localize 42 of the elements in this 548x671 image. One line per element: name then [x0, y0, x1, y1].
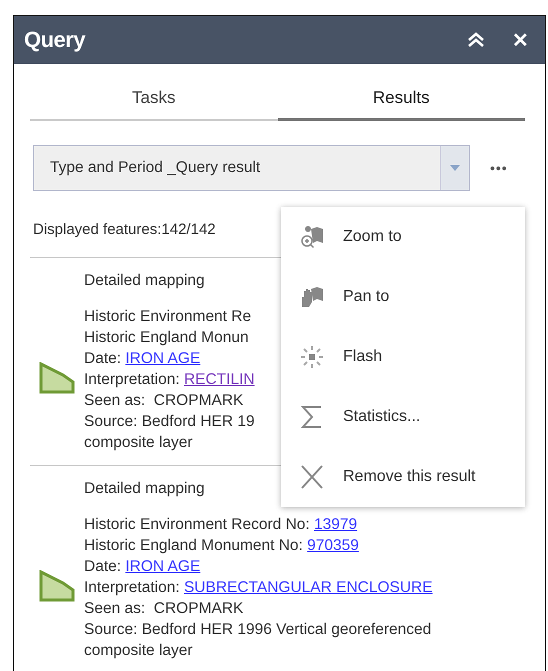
- value-link[interactable]: SUBRECTANGULAR ENCLOSURE: [184, 579, 433, 596]
- caret-icon: [450, 165, 460, 171]
- result-dropdown[interactable]: Type and Period _Query result: [33, 145, 470, 191]
- attribute-line: Source: Bedford HER 19: [84, 412, 255, 432]
- attribute-line: Interpretation: RECTILIN: [84, 370, 255, 390]
- value-link[interactable]: 970359: [307, 537, 359, 554]
- close-icon: [299, 465, 325, 489]
- polygon-icon: [39, 570, 75, 602]
- attribute-line: Seen as: CROPMARK: [84, 391, 244, 411]
- value-link[interactable]: IRON AGE: [125, 350, 200, 367]
- value-link[interactable]: IRON AGE: [125, 558, 200, 575]
- attribute-line: Date: IRON AGE: [84, 349, 200, 369]
- tab[interactable]: Tasks: [30, 88, 278, 121]
- menu-item[interactable]: Flash: [281, 327, 525, 387]
- collapse-icon[interactable]: [466, 32, 486, 48]
- tab[interactable]: Results: [278, 88, 525, 121]
- menu-item[interactable]: Remove this result: [281, 447, 525, 507]
- hand-icon: [299, 285, 325, 309]
- value-link[interactable]: 13979: [314, 516, 358, 533]
- attribute-line: Historic Environment Record No: 13979: [84, 515, 358, 535]
- polygon-icon: [39, 362, 75, 394]
- menu-item[interactable]: Statistics...: [281, 387, 525, 447]
- close-button[interactable]: ✕: [512, 28, 529, 52]
- feature-count: Displayed features:142/142: [33, 221, 216, 240]
- menu-item[interactable]: Zoom to: [281, 207, 525, 267]
- attribute-line: Seen as: CROPMARK: [84, 599, 244, 619]
- attribute-line: Historic England Monument No: 970359: [84, 536, 359, 556]
- attribute-line: Source: Bedford HER 1996 Vertical georeferenced: [84, 620, 432, 640]
- result-title: Detailed mapping: [84, 480, 205, 498]
- result-title: Detailed mapping: [84, 272, 205, 290]
- value-link[interactable]: RECTILIN: [184, 371, 255, 388]
- attribute-line: composite layer: [84, 641, 193, 661]
- menu-item[interactable]: Pan to: [281, 267, 525, 327]
- zoom-icon: [299, 225, 325, 249]
- attribute-line: composite layer: [84, 433, 193, 453]
- more-button[interactable]: •••: [490, 160, 508, 176]
- attribute-line: Historic Environment Re: [84, 307, 252, 327]
- attribute-line: Date: IRON AGE: [84, 557, 200, 577]
- window-title: Query: [24, 27, 86, 53]
- attribute-line: Interpretation: SUBRECTANGULAR ENCLOSURE: [84, 578, 433, 598]
- attribute-line: Historic England Monun: [84, 328, 249, 348]
- flash-icon: [299, 345, 325, 369]
